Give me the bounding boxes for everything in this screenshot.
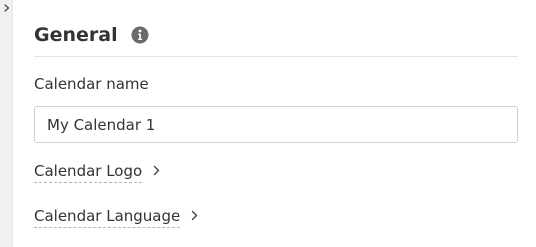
chevron-right-icon[interactable] [3, 3, 11, 13]
side-rail[interactable] [0, 0, 13, 247]
calendar-language-label: Calendar Language [34, 206, 181, 228]
calendar-name-label: Calendar name [34, 75, 149, 93]
calendar-name-input[interactable] [34, 106, 518, 143]
calendar-language-link[interactable]: Calendar Language [34, 206, 198, 228]
section-header: General [34, 22, 518, 57]
section-title: General [34, 24, 118, 46]
chevron-right-icon [190, 210, 198, 222]
chevron-right-icon [152, 165, 160, 177]
calendar-logo-link[interactable]: Calendar Logo [34, 161, 160, 183]
info-icon[interactable] [131, 26, 149, 44]
settings-panel: General Calendar name Calendar Logo Cale… [0, 0, 536, 247]
calendar-logo-label: Calendar Logo [34, 161, 143, 183]
